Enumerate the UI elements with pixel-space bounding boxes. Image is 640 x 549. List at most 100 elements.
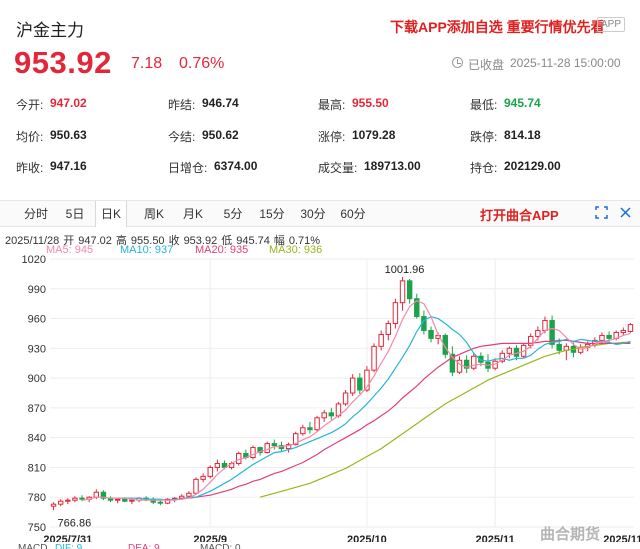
- stat-value: 947.16: [50, 159, 87, 173]
- stat-label: 昨结:: [168, 98, 196, 112]
- candle-body: [72, 497, 78, 501]
- candle-body: [314, 417, 320, 431]
- tab-period[interactable]: 60分: [336, 201, 370, 227]
- candle-body: [328, 412, 335, 417]
- x-tick-label: 2025/11/28: [603, 534, 640, 542]
- candle-body: [599, 334, 605, 341]
- max-price-label: 1001.96: [385, 264, 425, 276]
- kline-chart[interactable]: 1020 990 960 930 900 870 840 810 780 7502025/7/31…: [0, 252, 640, 542]
- stat-value: 814.18: [504, 128, 541, 142]
- y-tick-label: 990: [28, 284, 46, 296]
- candle-body: [428, 329, 434, 339]
- macd-legend-item: DIF: 9: [55, 543, 83, 549]
- stat-value: 1079.28: [352, 128, 396, 142]
- stat-value: 946.74: [202, 96, 239, 110]
- stat-label: 日增仓:: [168, 161, 208, 175]
- stat-item: 成交量: 189713.00: [318, 159, 421, 176]
- stat-label: 持仓:: [470, 161, 498, 175]
- stat-value: 945.74: [504, 96, 541, 110]
- price-change-pct: 0.76%: [179, 55, 225, 72]
- stat-label: 跌停:: [470, 130, 498, 144]
- stat-item: 今开: 947.02: [16, 96, 87, 113]
- tab-period[interactable]: 日K: [95, 201, 127, 227]
- tab-period[interactable]: 15分: [256, 201, 288, 227]
- candle-body: [385, 323, 392, 335]
- stat-value: 955.50: [352, 96, 389, 110]
- stat-item: 持仓: 202129.00: [470, 159, 561, 176]
- candle-body: [371, 345, 377, 371]
- candle-body: [542, 320, 548, 331]
- tab-period[interactable]: 30分: [296, 201, 330, 227]
- macd-legend-item: DEA: 9: [128, 543, 160, 549]
- fullscreen-icon[interactable]: [595, 206, 608, 219]
- candle-body: [157, 501, 164, 504]
- candle-body: [307, 427, 313, 431]
- x-tick-label: 2025/10: [347, 534, 387, 542]
- candle-body: [406, 280, 413, 300]
- stat-item: 昨结: 946.74: [168, 96, 239, 113]
- candle-body: [200, 475, 206, 480]
- candle-body: [349, 377, 356, 394]
- tab-period[interactable]: 周K: [138, 201, 170, 227]
- x-tick-label: 2025/11: [476, 534, 515, 542]
- candle-body: [606, 334, 612, 339]
- settings-icon[interactable]: [619, 206, 632, 219]
- stat-label: 最高:: [318, 98, 346, 112]
- candle-body: [399, 280, 406, 304]
- candle-body: [250, 447, 256, 459]
- candle-body: [122, 498, 128, 502]
- candle-body: [342, 392, 349, 405]
- last-price: 953.92: [14, 45, 112, 80]
- stat-value: 6374.00: [214, 159, 258, 173]
- candle-body: [321, 412, 327, 419]
- candle-body: [179, 495, 185, 499]
- macd-legend-item: MACD: [18, 543, 48, 549]
- download-app-banner[interactable]: 下载APP添加自选 重要行情优先看: [390, 17, 605, 37]
- stat-item: 昨收: 947.16: [16, 159, 87, 176]
- candle-body: [556, 343, 562, 351]
- open-app-button[interactable]: 打开曲合APP: [480, 205, 559, 224]
- stat-item: 最低: 945.74: [470, 96, 541, 113]
- candle-body: [357, 377, 363, 391]
- candle-body: [214, 462, 221, 468]
- candle-body: [79, 497, 85, 500]
- tab-period[interactable]: 5分: [218, 201, 248, 227]
- candle-body: [620, 329, 627, 333]
- candle-body: [506, 347, 513, 354]
- y-tick-label: 930: [28, 343, 46, 355]
- stat-label: 涨停:: [318, 130, 346, 144]
- stat-item: 日增仓: 6374.00: [168, 159, 257, 176]
- stat-label: 今结:: [168, 130, 196, 144]
- stat-value: 950.63: [50, 128, 87, 142]
- stat-label: 成交量:: [318, 161, 358, 175]
- stat-label: 最低:: [470, 98, 498, 112]
- y-tick-label: 900: [28, 373, 46, 385]
- stat-value: 947.02: [50, 96, 87, 110]
- tab-period[interactable]: 分时: [22, 201, 50, 227]
- candle-body: [57, 500, 64, 505]
- y-tick-label: 1020: [22, 254, 46, 266]
- stat-value: 950.62: [202, 128, 239, 142]
- app-badge[interactable]: APP: [597, 17, 626, 32]
- x-tick-label: 2025/7/31: [43, 534, 92, 542]
- stat-item: 涨停: 1079.28: [318, 128, 395, 145]
- y-tick-label: 840: [28, 433, 46, 445]
- tab-period[interactable]: 月K: [178, 201, 208, 227]
- candle-body: [186, 492, 192, 497]
- y-tick-label: 780: [28, 492, 46, 504]
- candle-body: [271, 443, 278, 447]
- y-tick-label: 810: [28, 462, 46, 474]
- stat-item: 最高: 955.50: [318, 96, 389, 113]
- stat-item: 跌停: 814.18: [470, 128, 541, 145]
- candle-body: [93, 491, 100, 498]
- tab-period[interactable]: 5日: [62, 201, 88, 227]
- market-status: 已收盘: [468, 58, 505, 72]
- quote-time: 2025-11-28 15:00:00: [510, 56, 621, 70]
- candle-body: [129, 499, 135, 502]
- candle-body: [471, 355, 477, 369]
- y-tick-label: 750: [28, 522, 46, 534]
- stat-value: 202129.00: [504, 159, 561, 173]
- candle-body: [392, 302, 399, 325]
- y-tick-label: 960: [28, 314, 46, 326]
- candle-body: [114, 498, 121, 501]
